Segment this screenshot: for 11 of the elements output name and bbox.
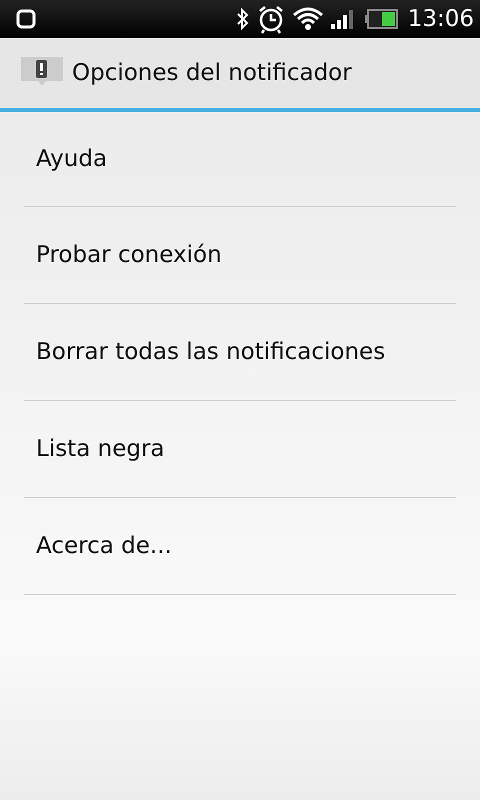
menu-item[interactable]: Probar conexión xyxy=(24,207,456,304)
screen-title: Opciones del notificador xyxy=(72,60,352,86)
menu-item[interactable]: Acerca de... xyxy=(24,498,456,595)
wifi-icon xyxy=(292,6,324,32)
clock-time: 13:06 xyxy=(408,6,474,32)
menu-item[interactable]: Lista negra xyxy=(24,401,456,498)
watch-icon xyxy=(15,8,37,30)
bluetooth-icon xyxy=(236,7,250,31)
menu-item[interactable]: Borrar todas las notificaciones xyxy=(24,304,456,401)
battery-icon xyxy=(364,8,398,30)
menu-item[interactable]: Ayuda xyxy=(24,112,456,207)
